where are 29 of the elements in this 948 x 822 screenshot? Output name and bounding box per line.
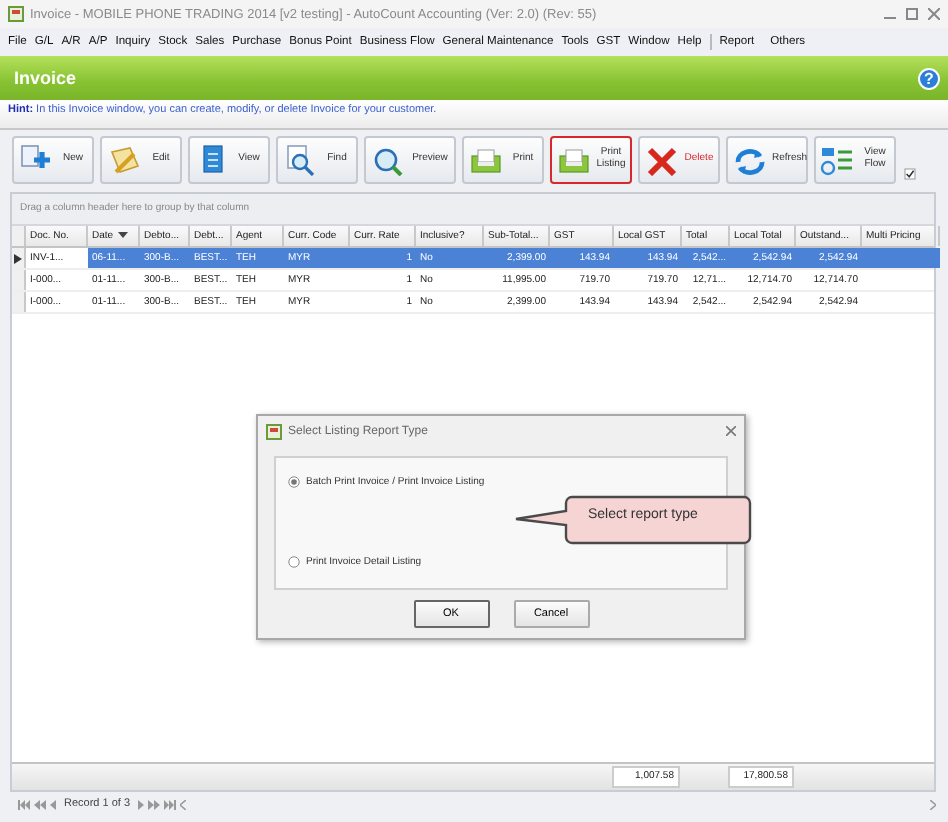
printer-icon <box>468 144 504 176</box>
next-record-icon[interactable] <box>138 799 145 809</box>
magnifier-document-icon <box>282 144 318 176</box>
sort-arrow-icon[interactable] <box>117 232 128 240</box>
refresh-icon <box>732 144 768 176</box>
maximize-icon[interactable] <box>906 8 918 20</box>
printer-icon <box>556 144 592 176</box>
current-row-icon <box>14 253 22 263</box>
scroll-left-icon[interactable] <box>180 799 187 809</box>
dialog-icon <box>266 423 282 439</box>
option-checkbox[interactable] <box>904 168 916 180</box>
last-record-icon[interactable] <box>164 799 177 809</box>
magnifier-icon <box>370 144 406 176</box>
close-icon[interactable] <box>726 426 736 436</box>
previous-page-icon[interactable] <box>34 799 46 809</box>
app-icon <box>8 6 24 22</box>
radio-button[interactable] <box>288 556 300 568</box>
next-page-icon[interactable] <box>148 799 161 809</box>
help-button[interactable]: ? <box>918 67 940 89</box>
cross-icon <box>644 144 680 176</box>
pencil-icon <box>106 144 142 176</box>
radio-button[interactable] <box>288 476 300 488</box>
page-title: Invoice <box>14 68 77 88</box>
row-selector[interactable] <box>12 248 26 268</box>
flow-chart-icon <box>820 144 856 176</box>
first-record-icon[interactable] <box>18 799 30 809</box>
previous-record-icon[interactable] <box>50 799 56 809</box>
scroll-right-icon[interactable] <box>930 799 936 809</box>
close-icon[interactable] <box>928 8 940 20</box>
